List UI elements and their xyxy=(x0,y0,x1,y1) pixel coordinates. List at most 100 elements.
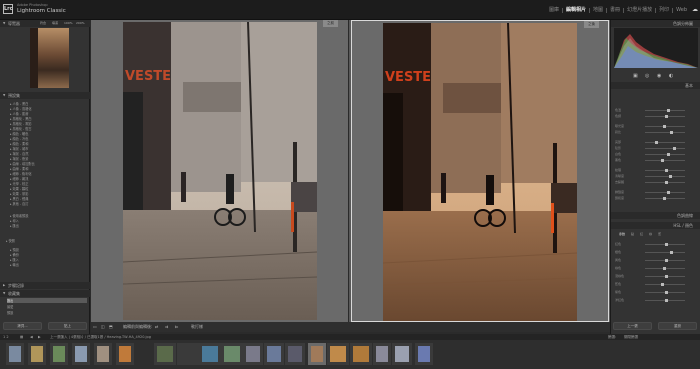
filmstrip-thumb[interactable] xyxy=(285,343,305,365)
slider-exposure[interactable]: 曝光度 xyxy=(615,124,697,128)
tab-blue[interactable]: 藍 xyxy=(658,232,661,236)
collection-item[interactable]: 最愛 xyxy=(7,304,87,309)
slider-knob[interactable] xyxy=(667,191,670,194)
slider-track[interactable] xyxy=(645,110,685,111)
filmstrip-thumb[interactable] xyxy=(50,343,68,365)
slider-knob[interactable] xyxy=(665,275,668,278)
copy-after-icon[interactable]: ⇇ xyxy=(175,324,178,329)
tab-red[interactable]: 紅 xyxy=(640,232,643,236)
redeye-tool-icon[interactable]: ◉ xyxy=(657,73,661,79)
soft-proof-checkbox[interactable]: 軟打樣 xyxy=(191,324,203,330)
slider-track[interactable] xyxy=(645,252,685,253)
module-library[interactable]: 圖庫 xyxy=(546,8,564,13)
slider-knob[interactable] xyxy=(665,115,668,118)
slider-knob[interactable] xyxy=(663,125,666,128)
copy-before-icon[interactable]: ⇉ xyxy=(165,324,168,329)
tab-point[interactable]: 點 xyxy=(631,232,634,236)
filmstrip-thumb[interactable] xyxy=(94,343,112,365)
slider-track[interactable] xyxy=(645,176,685,177)
tab-green[interactable]: 綠 xyxy=(649,232,652,236)
filmstrip-thumb[interactable] xyxy=(154,343,176,365)
filmstrip-thumb[interactable] xyxy=(6,343,24,365)
copy-settings-button[interactable]: 拷貝... xyxy=(3,322,42,330)
slider-saturation[interactable]: 飽和度 xyxy=(615,196,697,200)
slider-track[interactable] xyxy=(645,160,685,161)
slider-knob[interactable] xyxy=(661,283,664,286)
slider-dehaze[interactable]: 去朦朧 xyxy=(615,180,697,184)
module-develop[interactable]: 編輯相片 xyxy=(563,8,591,13)
slider-blacks[interactable]: 黑色 xyxy=(615,158,697,162)
basic-header[interactable]: 基本 xyxy=(611,82,700,89)
presets-header[interactable]: ▼ 預設集 xyxy=(0,92,90,99)
module-slideshow[interactable]: 幻燈片播放 xyxy=(624,8,657,13)
slider-knob[interactable] xyxy=(670,251,673,254)
filmstrip-thumb[interactable] xyxy=(350,343,372,365)
paste-settings-button[interactable]: 貼上 xyxy=(48,322,87,330)
hsl-magenta[interactable]: 洋紅色 xyxy=(615,298,697,302)
slider-clarity[interactable]: 清晰度 xyxy=(615,174,697,178)
zoom-200[interactable]: 200% xyxy=(76,20,85,27)
zoom-100[interactable]: 100% xyxy=(64,20,73,27)
module-map[interactable]: 地圖 xyxy=(590,8,608,13)
before-pane[interactable]: 之前 VESTE xyxy=(91,20,349,322)
slider-knob[interactable] xyxy=(665,181,668,184)
slider-knob[interactable] xyxy=(665,243,668,246)
hsl-blue[interactable]: 藍色 xyxy=(615,282,697,286)
slider-track[interactable] xyxy=(645,142,685,143)
before-after-tb-icon[interactable]: ⬒ xyxy=(109,324,113,329)
navigator-header[interactable]: ▼ 導覽器 符合 填滿 100% 200% xyxy=(0,20,90,27)
mask-tool-icon[interactable]: ◐ xyxy=(669,73,673,79)
slider-track[interactable] xyxy=(645,284,685,285)
hsl-red[interactable]: 紅色 xyxy=(615,242,697,246)
slider-track[interactable] xyxy=(645,154,685,155)
slider-knob[interactable] xyxy=(665,169,668,172)
slider-knob[interactable] xyxy=(661,159,664,162)
hsl-purple[interactable]: 紫色 xyxy=(615,290,697,294)
filmstrip-thumb[interactable] xyxy=(243,343,263,365)
collections-header[interactable]: ▼ 收藏集 xyxy=(0,290,90,297)
slider-vibrance[interactable]: 鮮豔度 xyxy=(615,190,697,194)
before-after-lr-icon[interactable]: ◫ xyxy=(101,324,105,329)
cloud-icon[interactable]: ☁ xyxy=(692,6,698,13)
slider-knob[interactable] xyxy=(665,299,668,302)
collection-item[interactable]: 預設 xyxy=(7,310,87,315)
module-print[interactable]: 列印 xyxy=(656,8,674,13)
filmstrip-thumb[interactable] xyxy=(264,343,284,365)
slider-highlights[interactable]: 亮部 xyxy=(615,140,697,144)
filmstrip-thumb[interactable] xyxy=(177,343,199,365)
module-web[interactable]: Web xyxy=(673,8,690,13)
slider-knob[interactable] xyxy=(667,153,670,156)
navigator-preview[interactable] xyxy=(30,28,69,88)
snapshots-header[interactable]: 快照 xyxy=(6,238,14,243)
reset-button[interactable]: 重設 xyxy=(658,322,697,330)
slider-contrast[interactable]: 對比 xyxy=(615,130,697,134)
slider-knob[interactable] xyxy=(665,259,668,262)
snapshot-item[interactable]: 輸出 xyxy=(10,262,18,267)
collection-item-selected[interactable]: 匯出 xyxy=(7,298,87,303)
previous-settings-button[interactable]: 上一張 xyxy=(613,322,652,330)
hsl-yellow[interactable]: 黃色 xyxy=(615,258,697,262)
tab-parametric[interactable]: 參數 xyxy=(619,232,625,236)
slider-knob[interactable] xyxy=(663,267,666,270)
histogram-header[interactable]: 色調分佈圖 xyxy=(611,20,700,27)
hsl-green[interactable]: 綠色 xyxy=(615,266,697,270)
hsl-header[interactable]: HSL / 顏色 xyxy=(611,222,700,229)
filmstrip-thumb[interactable] xyxy=(199,343,221,365)
swap-icon[interactable]: ⇄ xyxy=(155,324,158,329)
module-book[interactable]: 書冊 xyxy=(607,8,625,13)
tone-curve-header[interactable]: 色調曲線 xyxy=(611,212,700,219)
heal-tool-icon[interactable]: ◎ xyxy=(645,73,649,79)
hsl-orange[interactable]: 橙色 xyxy=(615,250,697,254)
preset-item[interactable]: 其他 - 自訂 xyxy=(10,201,28,206)
slider-texture[interactable]: 紋理 xyxy=(615,168,697,172)
slider-knob[interactable] xyxy=(673,147,676,150)
slider-track[interactable] xyxy=(645,132,685,133)
user-preset-item[interactable]: 匯出 xyxy=(10,223,18,228)
slider-track[interactable] xyxy=(645,148,685,149)
slider-track[interactable] xyxy=(645,192,685,193)
crop-tool-icon[interactable]: ▣ xyxy=(633,73,638,79)
filmstrip-thumb[interactable] xyxy=(221,343,243,365)
slider-knob[interactable] xyxy=(663,197,666,200)
zoom-fill[interactable]: 填滿 xyxy=(52,20,58,27)
filmstrip-thumb-selected[interactable] xyxy=(308,343,326,365)
